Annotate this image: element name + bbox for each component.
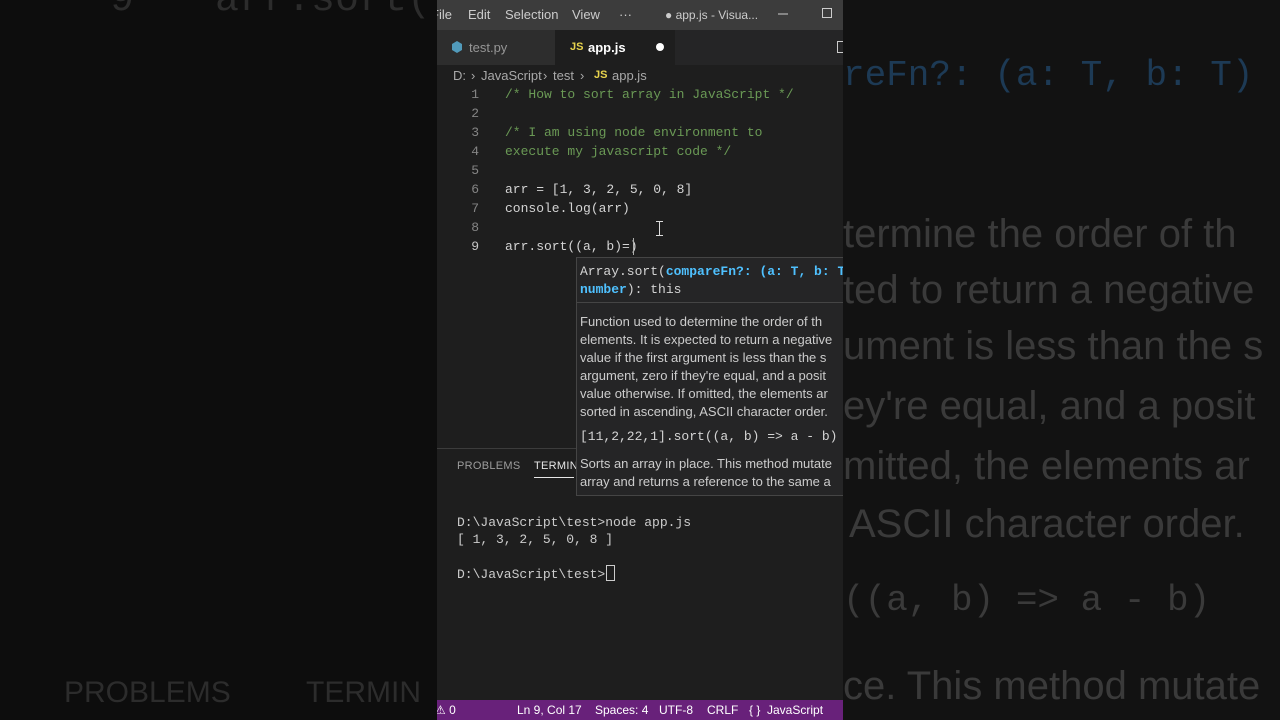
code-line: execute my javascript code */: [505, 144, 732, 159]
breadcrumb-folder[interactable]: JavaScript: [481, 68, 542, 83]
braces-icon: { }: [749, 703, 761, 717]
unsaved-dot-icon[interactable]: [656, 43, 664, 51]
terminal-cursor: [606, 565, 616, 581]
doc-line: argument, zero if they're equal, and a p…: [580, 368, 827, 383]
chevron-right-icon: ›: [580, 68, 585, 83]
tab-test-py[interactable]: test.py: [437, 30, 555, 65]
status-indentation[interactable]: Spaces: 4: [595, 703, 648, 717]
text-cursor: [633, 238, 634, 255]
python-icon: [451, 41, 463, 56]
editor-tabs: test.py JS app.js: [437, 30, 843, 65]
tab-problems[interactable]: PROBLEMS: [457, 460, 521, 472]
js-icon: JS: [570, 41, 584, 53]
menu-file[interactable]: File: [437, 7, 452, 22]
menu-edit[interactable]: Edit: [468, 7, 490, 22]
code-line: /* I am using node environment to: [505, 125, 763, 140]
code-line: /* How to sort array in JavaScript */: [505, 87, 794, 102]
code-line: console.log(arr): [505, 201, 630, 216]
code-line: arr = [1, 3, 2, 5, 0, 8]: [505, 182, 693, 197]
terminal-prompt-text: D:\JavaScript\test>: [457, 567, 606, 582]
bg-right-line: reFn?: (a: T, b: T): [843, 55, 1254, 96]
vscode-window: File Edit Selection View ··· ● app.js - …: [437, 0, 843, 720]
breadcrumb: D: › JavaScript › test › JS app.js: [437, 66, 843, 86]
line-number: 7: [471, 201, 479, 216]
bg-right-line: ey're equal, and a posit: [843, 384, 1256, 428]
doc-line: elements. It is expected to return a neg…: [580, 332, 833, 347]
sig-function: Array.sort(: [580, 264, 666, 279]
ibeam-cursor-icon: [656, 221, 663, 236]
terminal-prompt[interactable]: D:\JavaScript\test>: [457, 565, 616, 582]
line-number: 8: [471, 220, 479, 235]
bg-panel-problems: PROBLEMS: [64, 676, 231, 709]
breadcrumb-file[interactable]: app.js: [612, 68, 647, 83]
bg-line-number: 9: [110, 0, 135, 23]
doc-line: value otherwise. If omitted, the element…: [580, 386, 828, 401]
line-number: 3: [471, 125, 479, 140]
status-position[interactable]: Ln 9, Col 17: [517, 703, 582, 717]
hover-example: [11,2,22,1].sort((a, b) => a - b): [580, 429, 838, 444]
desc-line: Sorts an array in place. This method mut…: [580, 456, 832, 471]
breadcrumb-drive[interactable]: D:: [453, 68, 466, 83]
code-line: arr.sort((a, b)=): [505, 239, 638, 254]
sig-parameter: compareFn?: (a: T, b: T): [665, 264, 843, 279]
line-number: 9: [471, 239, 479, 254]
breadcrumb-folder[interactable]: test: [553, 68, 574, 83]
tab-terminal-underline: [534, 477, 574, 478]
desc-line: array and returns a reference to the sam…: [580, 474, 831, 489]
status-problems[interactable]: ⚠ 0: [437, 703, 456, 717]
terminal-line: [ 1, 3, 2, 5, 0, 8 ]: [457, 532, 614, 547]
bg-code: arr.sort(: [215, 0, 432, 23]
background-left: 9 arr.sort( PROBLEMS TERMIN: [0, 0, 437, 720]
hover-documentation: Function used to determine the order of …: [580, 313, 843, 421]
chevron-right-icon: ›: [543, 68, 548, 83]
line-number: 6: [471, 182, 479, 197]
hover-signature: Array.sort(compareFn?: (a: T, b: T) numb…: [580, 263, 843, 299]
hover-tooltip: Array.sort(compareFn?: (a: T, b: T) numb…: [576, 257, 843, 496]
chevron-right-icon: ›: [471, 68, 476, 83]
sig-tail: ): this: [626, 282, 682, 297]
split-editor-icon[interactable]: [837, 40, 843, 59]
bg-right-line: mitted, the elements ar: [843, 444, 1250, 488]
status-eol[interactable]: CRLF: [707, 703, 738, 717]
sig-return-type: number: [580, 282, 627, 297]
maximize-icon[interactable]: [821, 4, 833, 23]
bg-right-line: ted to return a negative: [843, 268, 1255, 312]
line-number: 4: [471, 144, 479, 159]
tab-app-js[interactable]: JS app.js: [555, 30, 675, 65]
terminal-line: D:\JavaScript\test>node app.js: [457, 515, 692, 530]
bg-panel-terminal: TERMIN: [306, 676, 421, 709]
status-bar: ⚠ 0 Ln 9, Col 17 Spaces: 4 UTF-8 CRLF { …: [437, 700, 843, 720]
tab-terminal[interactable]: TERMIN: [534, 460, 578, 472]
doc-line: value if the first argument is less than…: [580, 350, 827, 365]
line-number: 2: [471, 106, 479, 121]
hover-description: Sorts an array in place. This method mut…: [580, 455, 843, 491]
tab-label: app.js: [588, 40, 626, 55]
menu-selection[interactable]: Selection: [505, 7, 558, 22]
minimize-icon[interactable]: [777, 4, 789, 23]
bg-right-line: ument is less than the s: [843, 324, 1264, 368]
doc-line: Function used to determine the order of …: [580, 314, 823, 329]
bg-right-line: termine the order of th: [843, 212, 1237, 256]
bg-right-line: ASCII character order.: [849, 502, 1245, 546]
bg-right-line: ((a, b) => a - b): [843, 580, 1211, 621]
js-icon: JS: [594, 69, 608, 81]
hover-divider: [577, 302, 843, 303]
line-number: 5: [471, 163, 479, 178]
bg-right-line: ce. This method mutate: [843, 664, 1261, 708]
line-number: 1: [471, 87, 479, 102]
window-title: ● app.js - Visua...: [665, 8, 759, 22]
title-bar: File Edit Selection View ··· ● app.js - …: [437, 0, 843, 30]
menu-view[interactable]: View: [572, 7, 600, 22]
status-encoding[interactable]: UTF-8: [659, 703, 693, 717]
status-language[interactable]: JavaScript: [767, 703, 823, 717]
menu-overflow[interactable]: ···: [619, 7, 632, 22]
background-right: reFn?: (a: T, b: T) termine the order of…: [843, 0, 1280, 720]
doc-line: sorted in ascending, ASCII character ord…: [580, 404, 828, 419]
tab-label: test.py: [469, 40, 508, 55]
